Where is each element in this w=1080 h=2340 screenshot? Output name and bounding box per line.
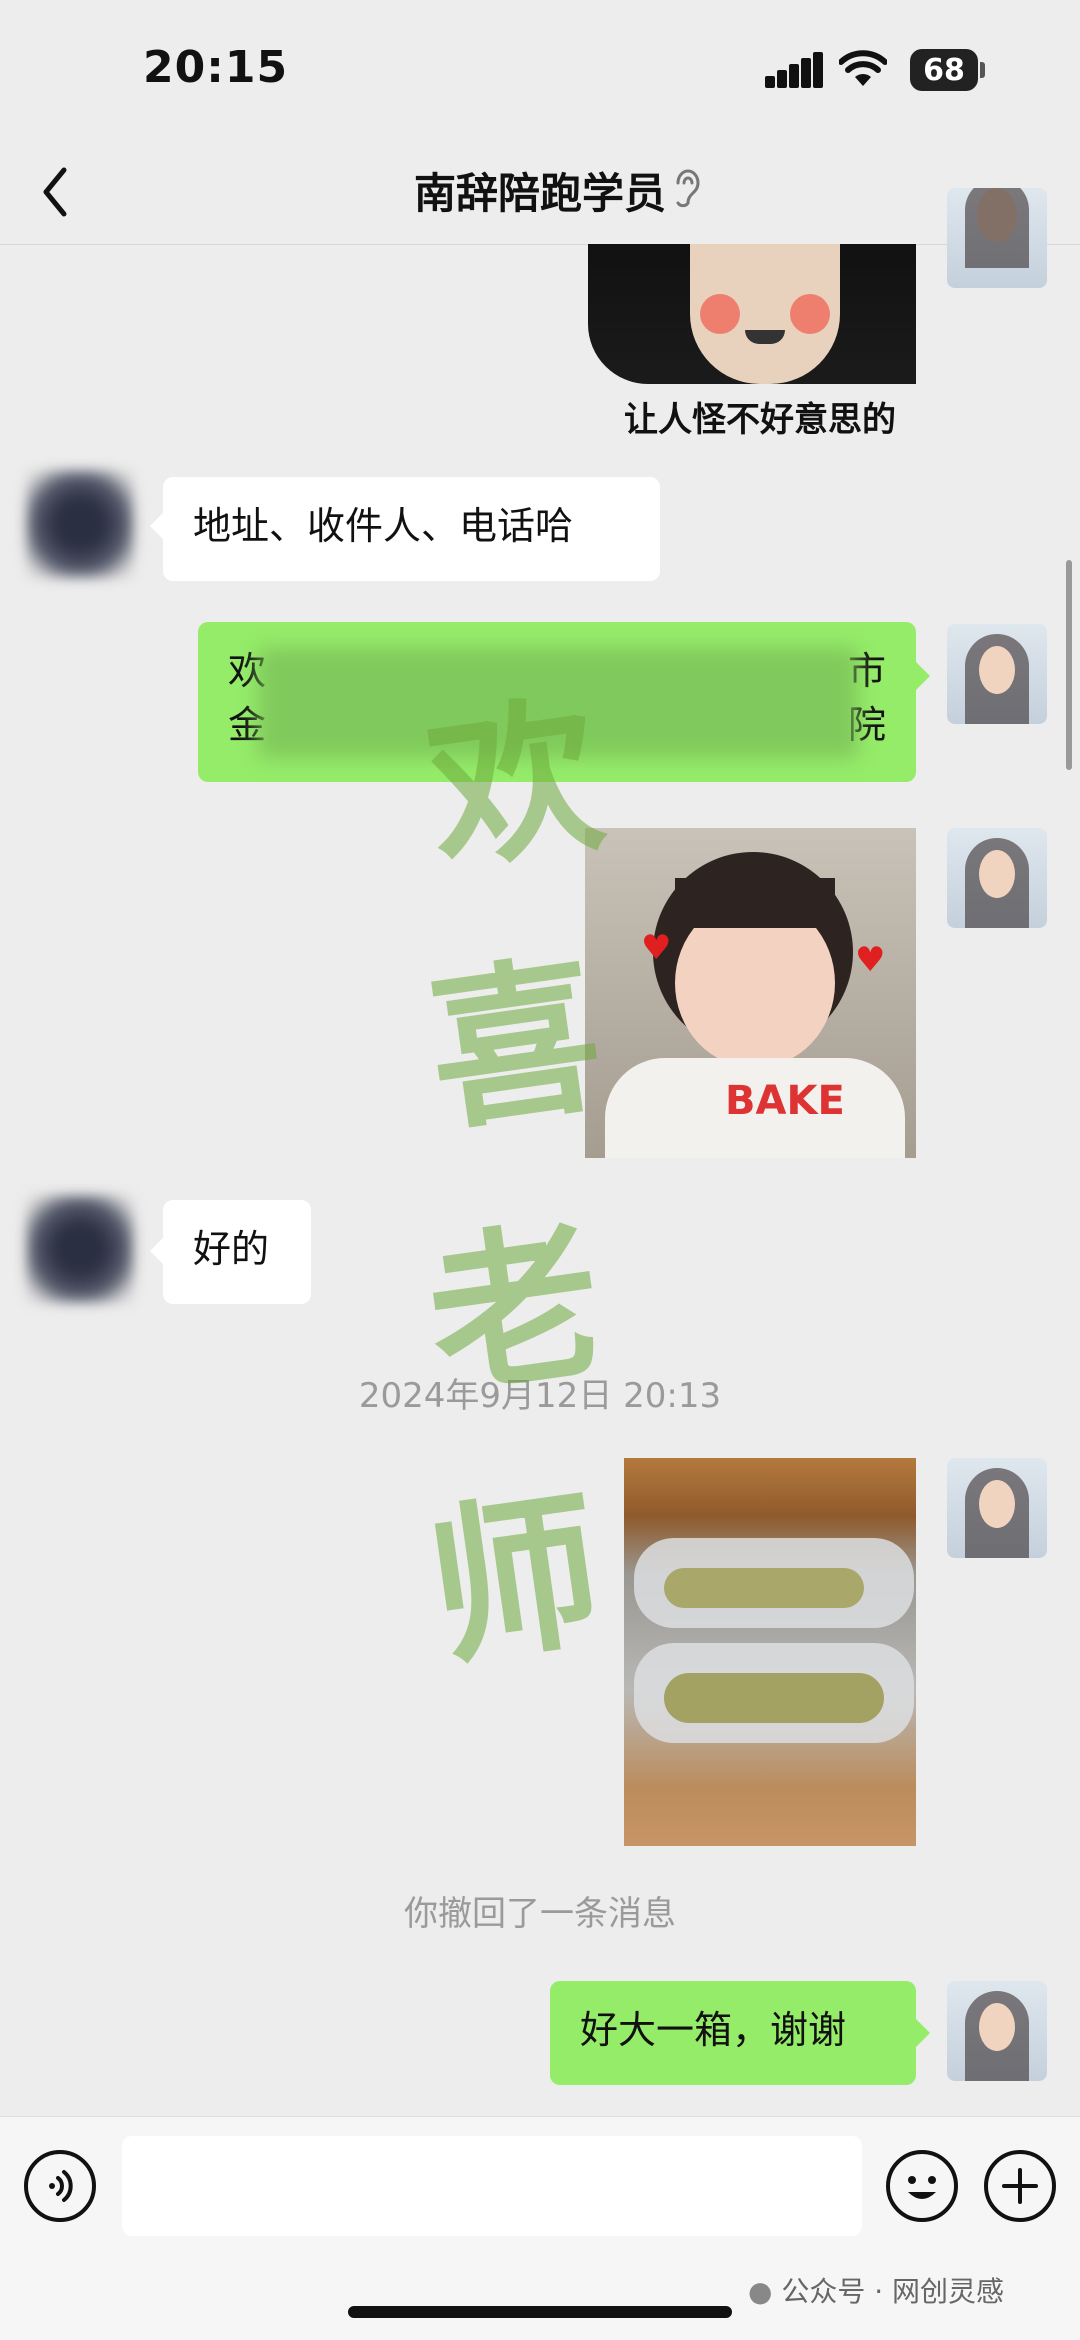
my-avatar[interactable]: [947, 828, 1047, 928]
message-input[interactable]: [122, 2136, 862, 2236]
watermark-char: 老: [416, 1199, 614, 1421]
battery-indicator: 68: [910, 49, 978, 91]
footer-mark-text: 公众号 · 网创灵感: [781, 2275, 1005, 2308]
my-avatar[interactable]: [947, 188, 1047, 288]
bubble-tail: [150, 1237, 164, 1265]
emoji-icon[interactable]: [886, 2150, 958, 2222]
bubble-tail: [916, 2019, 930, 2047]
avatar-hair: [965, 188, 1029, 268]
sticker-blush-left: [700, 294, 740, 334]
footer-mark: ● 公众号 · 网创灵感: [748, 2270, 1004, 2310]
photo-bangs: [675, 878, 835, 928]
photo-shirt-text: BAKE: [725, 1078, 845, 1124]
sticker-blush-right: [790, 294, 830, 334]
sticker-face: [690, 244, 840, 384]
message-bubble-outgoing[interactable]: 好大一箱，谢谢: [550, 1981, 916, 2085]
my-avatar[interactable]: [947, 624, 1047, 724]
chat-title: 南辞陪跑学员: [413, 169, 666, 218]
avatar-face: [979, 850, 1015, 898]
photo-grapes-1: [664, 1568, 864, 1608]
plus-icon[interactable]: [984, 2150, 1056, 2222]
avatar-face: [979, 1480, 1015, 1528]
heart-icon: ♥: [641, 928, 672, 968]
cellular-signal-icon: [765, 52, 823, 88]
status-time: 20:15: [143, 42, 289, 93]
sticker-caption: 让人怪不好意思的: [624, 400, 896, 440]
sticker-photo[interactable]: BAKE ♥ ♥: [585, 828, 916, 1158]
contact-avatar[interactable]: [26, 470, 134, 578]
watermark-char: 欢: [416, 674, 614, 896]
ear-icon: [676, 169, 700, 208]
wechat-icon: ●: [748, 2275, 773, 2308]
photo-grapes-2: [664, 1673, 884, 1723]
watermark-char: 师: [416, 1469, 614, 1691]
message-bubble-incoming[interactable]: 好的: [163, 1200, 311, 1304]
sticker-mouth: [745, 330, 785, 344]
battery-tip: [980, 62, 985, 78]
message-bubble-incoming[interactable]: 地址、收件人、电话哈: [163, 477, 660, 581]
my-avatar[interactable]: [947, 1458, 1047, 1558]
home-indicator[interactable]: [348, 2306, 732, 2318]
scrollbar[interactable]: [1066, 560, 1072, 770]
photo-message[interactable]: [624, 1458, 916, 1846]
avatar-face: [979, 646, 1015, 694]
bubble-tail: [916, 662, 930, 690]
contact-avatar[interactable]: [26, 1195, 134, 1303]
avatar-face: [979, 2003, 1015, 2051]
watermark-char: 喜: [416, 934, 614, 1156]
recall-notice: 你撤回了一条消息: [404, 1894, 676, 1934]
voice-icon[interactable]: [24, 2150, 96, 2222]
heart-icon: ♥: [855, 940, 886, 980]
my-avatar[interactable]: [947, 1981, 1047, 2081]
bubble-tail: [150, 512, 164, 540]
wifi-icon: [839, 50, 887, 86]
